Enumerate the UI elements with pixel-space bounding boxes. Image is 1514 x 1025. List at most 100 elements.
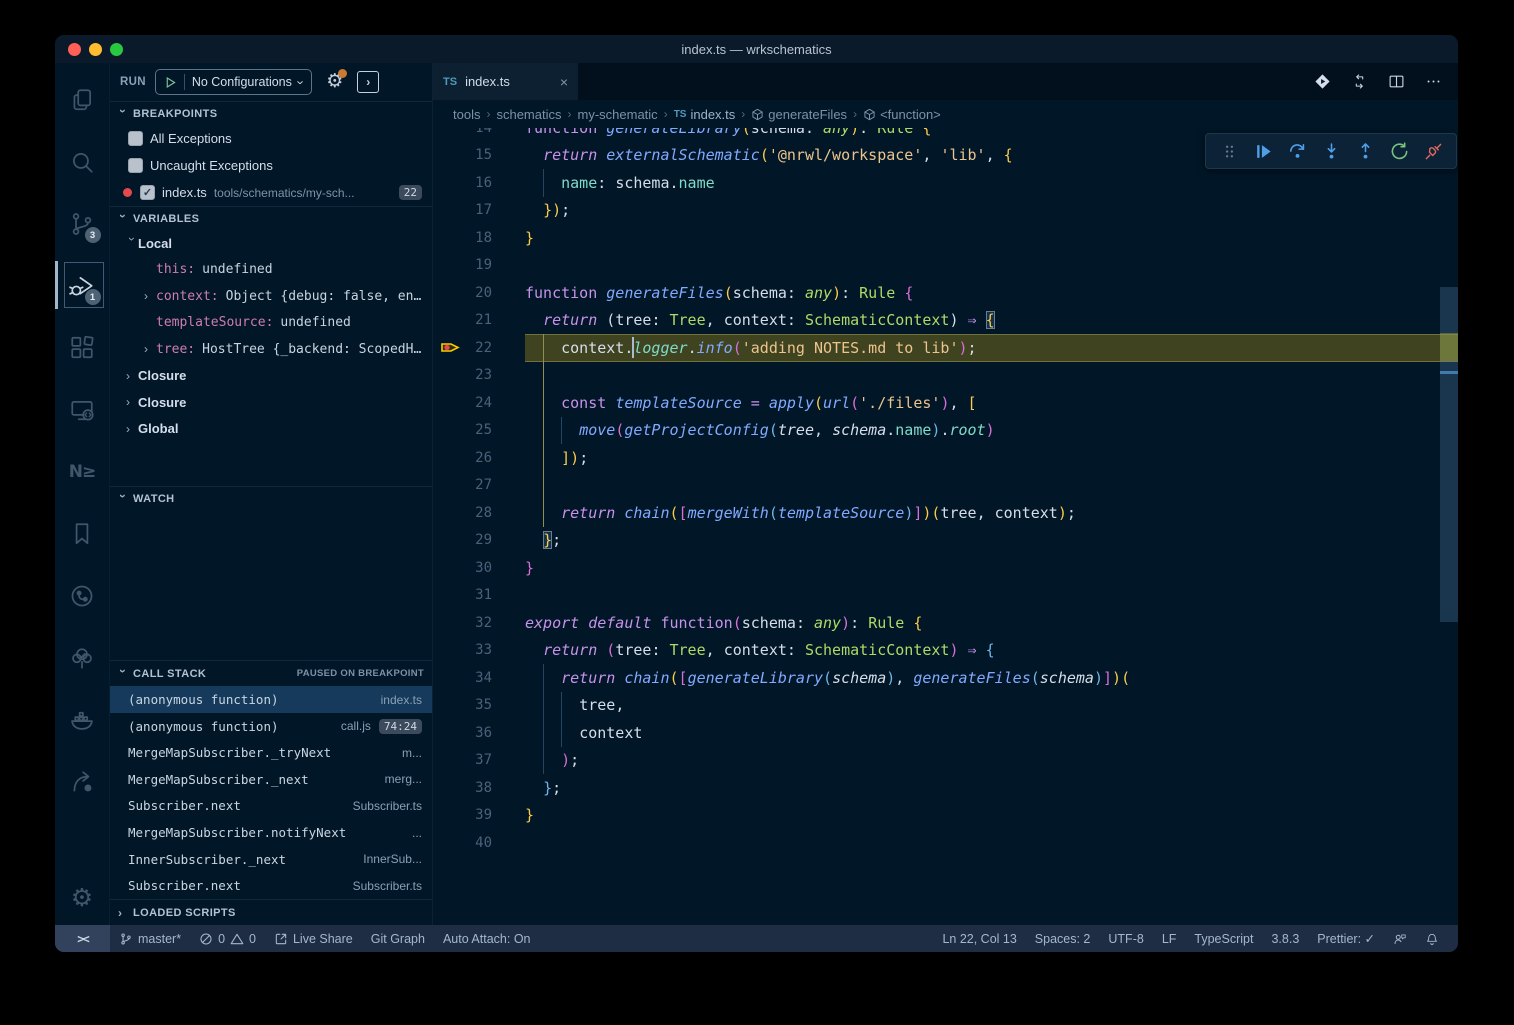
code-line-23[interactable]: 23: [433, 362, 1458, 390]
variable-scope-row[interactable]: ›Global: [110, 416, 432, 443]
code-line-19[interactable]: 19: [433, 252, 1458, 280]
code-line-content[interactable]: [525, 582, 1458, 610]
code-line-content[interactable]: return (tree: Tree, context: SchematicCo…: [525, 637, 1458, 665]
gutter[interactable]: 25: [433, 417, 525, 445]
tab-index-ts[interactable]: TS index.ts ×: [433, 63, 578, 100]
breadcrumb-item-schematics[interactable]: schematics: [496, 107, 561, 122]
code-line-content[interactable]: function generateFiles(schema: any): Rul…: [525, 279, 1458, 307]
activity-item-nx-console[interactable]: N≥: [55, 441, 110, 503]
launch-config-dropdown[interactable]: No Configurations ›: [155, 69, 312, 95]
gutter[interactable]: 29: [433, 527, 525, 555]
call-stack-section-header[interactable]: › CALL STACK PAUSED ON BREAKPOINT: [110, 660, 432, 686]
code-line-content[interactable]: context.logger.info('adding NOTES.md to …: [525, 334, 1458, 362]
gutter[interactable]: 39: [433, 802, 525, 830]
variable-row[interactable]: ›tree:HostTree {_backend: ScopedH…: [110, 336, 432, 363]
status-git-branch[interactable]: master*: [110, 925, 190, 952]
variable-scope-row[interactable]: ›Local: [110, 230, 432, 257]
code-line-content[interactable]: return chain([generateLibrary(schema), g…: [525, 664, 1458, 692]
breadcrumb-item-tools[interactable]: tools: [453, 107, 480, 122]
code-line-37[interactable]: 37 );: [433, 747, 1458, 775]
activity-item-todo-tree[interactable]: [55, 627, 110, 689]
configure-gear-button[interactable]: ⚙: [326, 72, 343, 92]
launch-config-value[interactable]: No Configurations: [192, 75, 292, 89]
code-line-content[interactable]: ]);: [525, 444, 1458, 472]
code-line-17[interactable]: 17 });: [433, 197, 1458, 225]
activity-item-source-control[interactable]: 3: [55, 193, 110, 255]
breadcrumb-item-myschematic[interactable]: my-schematic: [578, 107, 658, 122]
code-line-35[interactable]: 35 tree,: [433, 692, 1458, 720]
code-line-content[interactable]: }: [525, 224, 1458, 252]
call-stack-frame[interactable]: MergeMapSubscriber.notifyNext...: [110, 819, 432, 846]
step-over-button[interactable]: [1284, 138, 1310, 164]
code-line-34[interactable]: 34 return chain([generateLibrary(schema)…: [433, 664, 1458, 692]
code-line-content[interactable]: [525, 252, 1458, 280]
activity-item-bookmarks[interactable]: [55, 503, 110, 565]
code-line-content[interactable]: }: [525, 554, 1458, 582]
status-indentation[interactable]: Spaces: 2: [1026, 925, 1100, 952]
status-cursor-position[interactable]: Ln 22, Col 13: [933, 925, 1025, 952]
code-line-33[interactable]: 33 return (tree: Tree, context: Schemati…: [433, 637, 1458, 665]
activity-item-git-graph[interactable]: [55, 565, 110, 627]
status-notifications[interactable]: [1416, 925, 1448, 952]
breakpoint-row[interactable]: Uncaught Exceptions: [110, 152, 432, 179]
code-line-content[interactable]: export default function(schema: any): Ru…: [525, 609, 1458, 637]
status-eol[interactable]: LF: [1153, 925, 1186, 952]
status-language-mode[interactable]: TypeScript: [1185, 925, 1262, 952]
gutter[interactable]: 14: [433, 128, 525, 142]
code-line-28[interactable]: 28 return chain([mergeWith(templateSourc…: [433, 499, 1458, 527]
status-live-share[interactable]: Live Share: [265, 925, 362, 952]
code-editor[interactable]: 14function generateLibrary(schema: any):…: [433, 128, 1458, 925]
breadcrumb-item-indexts[interactable]: TSindex.ts: [674, 107, 736, 122]
call-stack-frame[interactable]: (anonymous function)index.ts: [110, 686, 432, 713]
variable-row[interactable]: this:undefined: [110, 257, 432, 284]
gutter[interactable]: 28: [433, 499, 525, 527]
code-line-content[interactable]: return chain([mergeWith(templateSource)]…: [525, 499, 1458, 527]
code-line-20[interactable]: 20function generateFiles(schema: any): R…: [433, 279, 1458, 307]
gutter[interactable]: 36: [433, 719, 525, 747]
gutter[interactable]: 38: [433, 774, 525, 802]
loaded-scripts-section-header[interactable]: › LOADED SCRIPTS: [110, 899, 432, 925]
breadcrumb-item-function[interactable]: <function>: [863, 107, 941, 122]
status-auto-attach[interactable]: Auto Attach: On: [434, 925, 540, 952]
more-actions-button[interactable]: [1425, 73, 1442, 90]
code-line-39[interactable]: 39}: [433, 802, 1458, 830]
code-line-content[interactable]: [525, 829, 1458, 857]
code-line-content[interactable]: [525, 362, 1458, 390]
step-out-button[interactable]: [1352, 138, 1378, 164]
gutter[interactable]: 19: [433, 252, 525, 280]
gutter[interactable]: 35: [433, 692, 525, 720]
code-line-26[interactable]: 26 ]);: [433, 444, 1458, 472]
call-stack-frame[interactable]: MergeMapSubscriber._tryNextm...: [110, 739, 432, 766]
activity-item-docker[interactable]: [55, 689, 110, 751]
sync-changes-button[interactable]: [1351, 73, 1368, 90]
gutter[interactable]: 22: [433, 334, 525, 362]
code-line-content[interactable]: };: [525, 774, 1458, 802]
gutter[interactable]: 20: [433, 279, 525, 307]
code-line-content[interactable]: }: [525, 802, 1458, 830]
gutter[interactable]: 18: [433, 224, 525, 252]
activity-item-remote-explorer[interactable]: [55, 379, 110, 441]
code-line-22[interactable]: 22 context.logger.info('adding NOTES.md …: [433, 334, 1458, 362]
breakpoint-checkbox[interactable]: [128, 158, 143, 173]
call-stack-frame[interactable]: Subscriber.nextSubscriber.ts: [110, 872, 432, 899]
status-git-graph[interactable]: Git Graph: [362, 925, 434, 952]
gutter[interactable]: 37: [433, 747, 525, 775]
activity-item-extensions[interactable]: [55, 317, 110, 379]
code-line-31[interactable]: 31: [433, 582, 1458, 610]
open-changes-button[interactable]: [1314, 73, 1331, 90]
code-line-16[interactable]: 16 name: schema.name: [433, 169, 1458, 197]
breakpoint-checkbox[interactable]: [128, 131, 143, 146]
activity-item-explorer[interactable]: [55, 69, 110, 131]
gutter[interactable]: 30: [433, 554, 525, 582]
continue-button[interactable]: [1250, 138, 1276, 164]
gutter[interactable]: 24: [433, 389, 525, 417]
gutter[interactable]: 17: [433, 197, 525, 225]
restart-button[interactable]: [1386, 138, 1412, 164]
call-stack-frame[interactable]: (anonymous function)call.js74:24: [110, 713, 432, 740]
code-line-content[interactable]: const templateSource = apply(url('./file…: [525, 389, 1458, 417]
activity-item-search[interactable]: [55, 131, 110, 193]
code-line-content[interactable]: context: [525, 719, 1458, 747]
activity-item-manage[interactable]: ⚙: [55, 869, 110, 925]
breakpoint-row[interactable]: All Exceptions: [110, 125, 432, 152]
call-stack-frame[interactable]: InnerSubscriber._nextInnerSub...: [110, 846, 432, 873]
